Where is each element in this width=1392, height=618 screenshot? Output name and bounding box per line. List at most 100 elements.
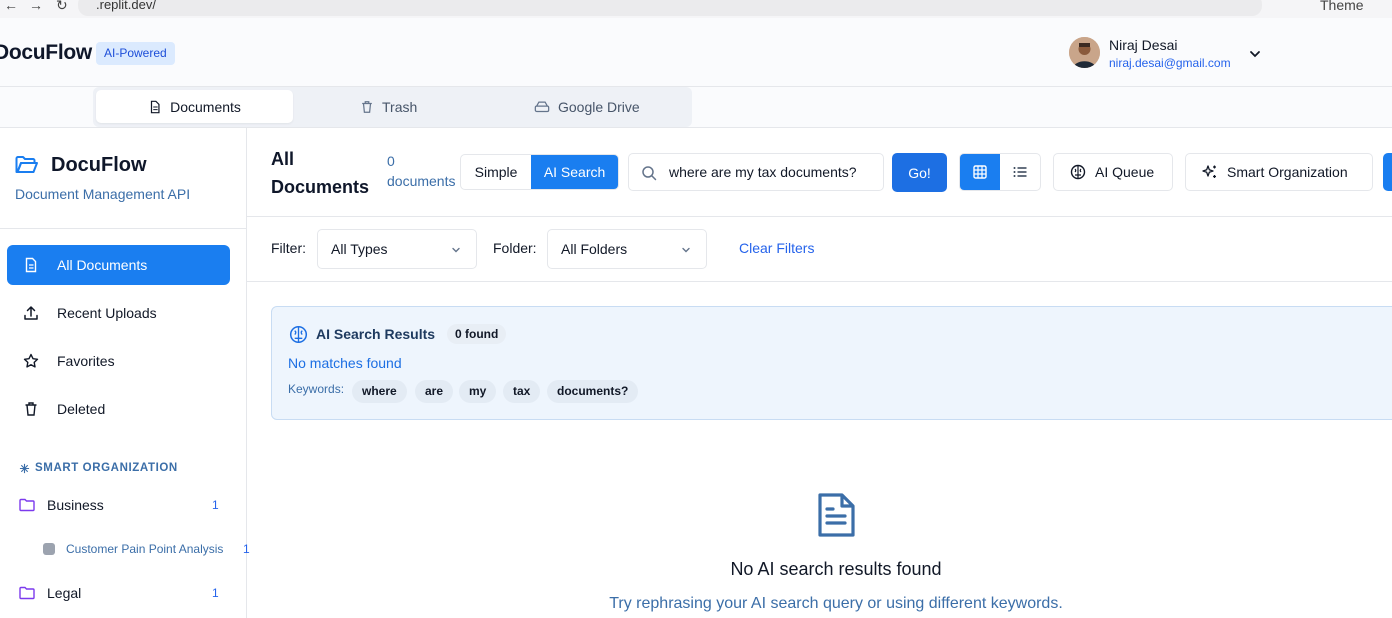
chevron-down-icon[interactable] xyxy=(1247,46,1263,62)
no-matches-message: No matches found xyxy=(288,355,402,371)
ai-search-results-card: AI Search Results 0 found No matches fou… xyxy=(271,306,1392,420)
reload-icon[interactable]: ↻ xyxy=(56,0,68,14)
ai-results-title: AI Search Results xyxy=(316,326,436,342)
tab-trash[interactable]: Trash xyxy=(346,90,431,123)
clear-filters-button[interactable]: Clear Filters xyxy=(739,240,814,256)
address-bar[interactable] xyxy=(78,0,1262,16)
document-count: 0 documents xyxy=(387,153,456,189)
smart-organization-label: Smart Organization xyxy=(1227,164,1348,180)
list-icon xyxy=(1013,166,1027,178)
list-view-button[interactable] xyxy=(1000,154,1040,190)
trash-icon xyxy=(23,401,39,417)
tab-documents[interactable]: Documents xyxy=(96,90,293,123)
type-filter-value: All Types xyxy=(331,241,388,257)
chevron-down-icon xyxy=(680,244,692,256)
avatar[interactable] xyxy=(1069,37,1100,68)
folder-icon xyxy=(19,498,35,512)
sidebar-title: DocuFlow xyxy=(51,154,147,176)
tab-label: Google Drive xyxy=(558,98,640,115)
folder-filter-select[interactable]: All Folders xyxy=(547,229,707,269)
tab-google-drive[interactable]: Google Drive xyxy=(520,90,654,123)
back-icon[interactable]: ← xyxy=(4,0,18,13)
browser-toolbar: ← → ↻ .replit.dev/ Theme xyxy=(0,0,1392,18)
divider xyxy=(247,216,1392,217)
folder-legal[interactable]: Legal xyxy=(19,582,229,604)
search-input[interactable] xyxy=(669,154,881,190)
simple-mode-button[interactable]: Simple xyxy=(461,155,531,189)
search-field xyxy=(628,153,884,191)
color-dot xyxy=(43,543,55,555)
keyword-chip: where xyxy=(352,380,407,403)
keywords-label: Keywords: xyxy=(288,382,345,396)
brain-icon xyxy=(1070,164,1086,180)
subfolder-label: Customer Pain Point Analysis xyxy=(66,542,224,556)
file-text-icon xyxy=(815,492,857,538)
sidebar-item-favorites[interactable]: Favorites xyxy=(7,341,230,381)
sparkles-icon xyxy=(19,463,30,474)
document-icon xyxy=(23,257,39,273)
tab-label: Documents xyxy=(170,98,241,115)
view-toggle xyxy=(959,153,1041,191)
trash-icon xyxy=(360,100,374,114)
theme-button[interactable]: Theme xyxy=(1320,0,1364,13)
brain-icon xyxy=(289,325,308,344)
folder-label: Legal xyxy=(47,585,82,601)
ai-search-mode-button[interactable]: AI Search xyxy=(531,155,618,189)
subfolder-count: 1 xyxy=(243,542,250,556)
page-title: All Documents xyxy=(271,149,370,197)
folder-icon xyxy=(19,586,35,600)
search-mode-toggle: Simple AI Search xyxy=(460,154,619,190)
folder-filter-value: All Folders xyxy=(561,241,628,257)
sidebar-item-label: Deleted xyxy=(57,401,106,417)
sparkles-icon xyxy=(1202,164,1218,180)
keyword-chip: documents? xyxy=(547,380,639,403)
keyword-chip: tax xyxy=(503,380,541,403)
tab-bar: Documents Trash Google Drive xyxy=(0,87,1392,128)
folder-count: 1 xyxy=(212,586,219,600)
user-name[interactable]: Niraj Desai xyxy=(1109,37,1177,53)
keyword-chip: are xyxy=(415,380,454,403)
folder-filter-label: Folder: xyxy=(493,240,537,256)
smart-organization-button[interactable]: Smart Organization xyxy=(1185,153,1373,191)
sidebar-subtitle: Document Management API xyxy=(15,186,191,202)
sidebar: DocuFlow Document Management API All Doc… xyxy=(0,128,250,618)
smart-organization-heading: SMART ORGANIZATION xyxy=(19,462,178,474)
tab-label: Trash xyxy=(382,98,418,115)
smart-organization-label: SMART ORGANIZATION xyxy=(35,462,178,474)
subfolder-customer-pain-point-analysis[interactable]: Customer Pain Point Analysis xyxy=(43,542,223,556)
address-text[interactable]: .replit.dev/ xyxy=(96,0,156,12)
empty-state-title: No AI search results found xyxy=(730,559,942,579)
ai-queue-label: AI Queue xyxy=(1095,164,1155,180)
forward-icon[interactable]: → xyxy=(29,0,43,13)
app-header: DocuFlow AI-Powered Niraj Desai niraj.de… xyxy=(0,18,1392,87)
tab-group: Documents Trash Google Drive xyxy=(93,87,692,127)
filter-label: Filter: xyxy=(271,240,306,256)
type-filter-select[interactable]: All Types xyxy=(317,229,477,269)
results-count-badge: 0 found xyxy=(447,324,507,344)
search-icon xyxy=(641,165,657,181)
folder-open-icon xyxy=(15,155,39,175)
sidebar-item-deleted[interactable]: Deleted xyxy=(7,389,230,429)
divider xyxy=(247,281,1392,282)
folder-label: Business xyxy=(47,497,104,513)
folder-business[interactable]: Business xyxy=(19,494,229,516)
ai-queue-button[interactable]: AI Queue xyxy=(1053,153,1173,191)
star-icon xyxy=(23,353,39,369)
sidebar-item-recent-uploads[interactable]: Recent Uploads xyxy=(7,293,230,333)
go-button[interactable]: Go! xyxy=(892,153,947,192)
user-email[interactable]: niraj.desai@gmail.com xyxy=(1109,56,1231,70)
folder-count: 1 xyxy=(212,498,219,512)
divider xyxy=(0,228,247,229)
upload-button[interactable] xyxy=(1383,153,1392,191)
app-logo[interactable]: DocuFlow xyxy=(0,41,92,65)
document-icon xyxy=(148,100,162,114)
sidebar-item-label: All Documents xyxy=(57,257,148,273)
sidebar-item-all-documents[interactable]: All Documents xyxy=(7,245,230,285)
sidebar-item-label: Recent Uploads xyxy=(57,305,157,321)
grid-view-button[interactable] xyxy=(960,154,1000,190)
keyword-chip: my xyxy=(459,380,497,403)
drive-icon xyxy=(534,100,550,114)
ai-powered-badge: AI-Powered xyxy=(96,42,175,65)
empty-state-subtitle: Try rephrasing your AI search query or u… xyxy=(609,595,1063,612)
chevron-down-icon xyxy=(450,244,462,256)
